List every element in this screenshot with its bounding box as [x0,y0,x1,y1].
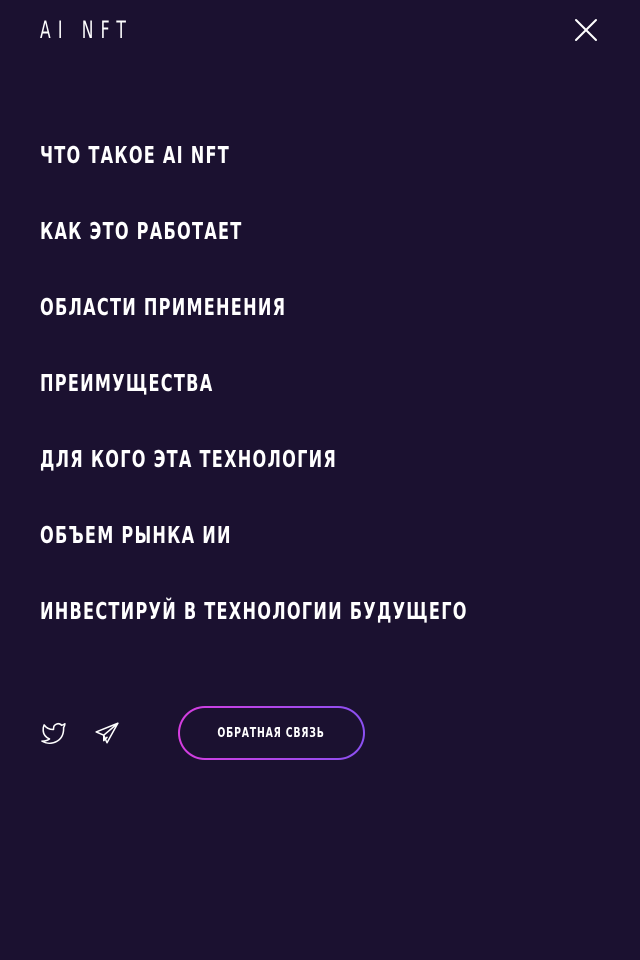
menu-item-use-cases[interactable]: ОБЛАСТИ ПРИМЕНЕНИЯ [40,292,600,324]
menu-item-label: ЧТО ТАКОЕ AI NFT [40,143,231,169]
feedback-button-inner: ОБРАТНАЯ СВЯЗЬ [180,708,363,758]
menu-item-label: ДЛЯ КОГО ЭТА ТЕХНОЛОГИЯ [40,447,338,473]
logo[interactable]: AI NFT [40,17,169,43]
feedback-button[interactable]: ОБРАТНАЯ СВЯЗЬ [178,706,365,760]
close-button[interactable] [574,18,598,42]
menu-item-invest[interactable]: ИНВЕСТИРУЙ В ТЕХНОЛОГИИ БУДУЩЕГО [40,596,600,628]
menu-item-label: ОБЛАСТИ ПРИМЕНЕНИЯ [40,295,287,321]
telegram-icon [95,722,119,744]
menu-item-what-is-ai-nft[interactable]: ЧТО ТАКОЕ AI NFT [40,140,600,172]
menu-item-label: ПРЕИМУЩЕСТВА [40,371,214,397]
twitter-link[interactable] [40,720,66,746]
close-icon [575,19,597,41]
menu-item-advantages[interactable]: ПРЕИМУЩЕСТВА [40,368,600,400]
telegram-link[interactable] [94,720,120,746]
feedback-button-label: ОБРАТНАЯ СВЯЗЬ [217,725,326,741]
menu-item-label: ОБЪЕМ РЫНКА ИИ [40,523,232,549]
twitter-icon [41,723,66,744]
menu-item-how-it-works[interactable]: КАК ЭТО РАБОТАЕТ [40,216,600,248]
menu-item-label: ИНВЕСТИРУЙ В ТЕХНОЛОГИИ БУДУЩЕГО [40,599,468,625]
logo-text: AI NFT [40,16,134,44]
menu-footer: ОБРАТНАЯ СВЯЗЬ [40,706,600,760]
menu-item-label: КАК ЭТО РАБОТАЕТ [40,219,243,245]
menu-item-market-size[interactable]: ОБЪЕМ РЫНКА ИИ [40,520,600,552]
main-menu: ЧТО ТАКОЕ AI NFT КАК ЭТО РАБОТАЕТ ОБЛАСТ… [40,140,600,672]
menu-item-audience[interactable]: ДЛЯ КОГО ЭТА ТЕХНОЛОГИЯ [40,444,600,476]
